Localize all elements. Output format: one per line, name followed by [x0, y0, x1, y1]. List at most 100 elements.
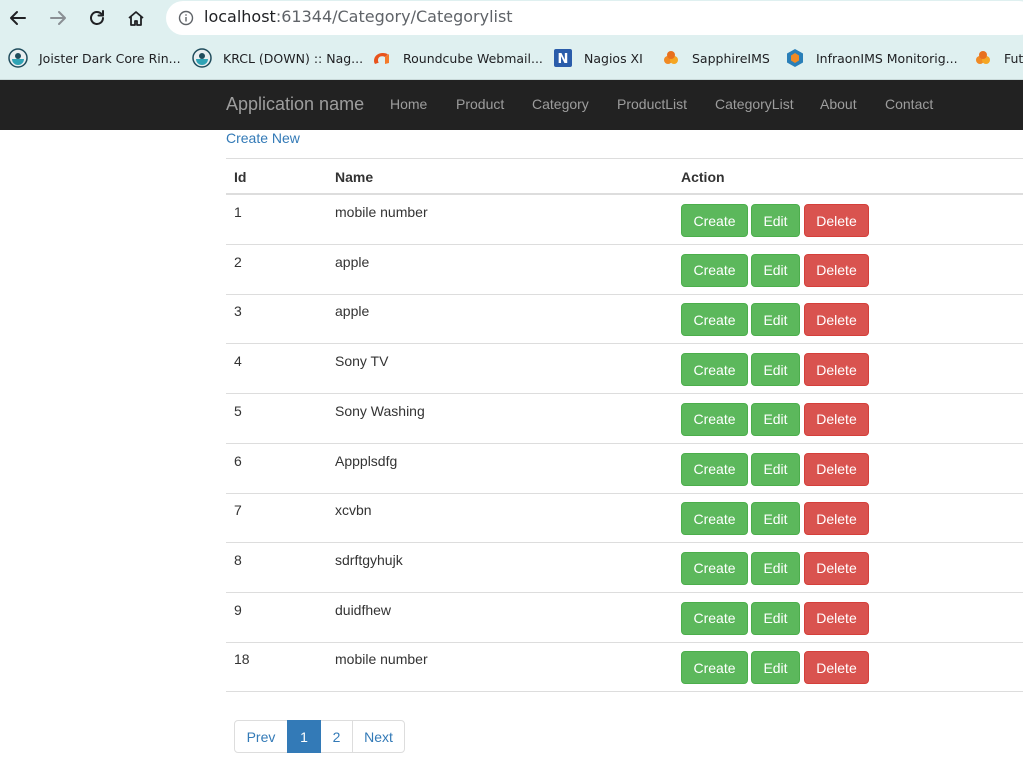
brand-link[interactable]: Application name: [226, 94, 364, 115]
forward-button[interactable]: [46, 6, 70, 30]
cell-name: mobile number: [335, 204, 428, 220]
delete-button[interactable]: Delete: [804, 502, 869, 536]
table-row: 1 mobile number Create Edit Delete: [226, 195, 1023, 245]
sapphire-icon: [664, 51, 678, 64]
pagination: Prev 1 2 Next: [234, 720, 405, 753]
cell-id: 6: [234, 452, 242, 469]
reload-icon: [90, 10, 104, 25]
reload-button[interactable]: [85, 6, 109, 30]
cell-id: 1: [234, 204, 242, 220]
infraon-icon: [787, 49, 803, 67]
edit-button[interactable]: Edit: [751, 452, 800, 486]
cell-name: apple: [335, 303, 370, 320]
column-header-name: Name: [335, 169, 374, 185]
url-host: localhost: [204, 7, 276, 26]
table-row: 6 Appplsdfg Create Edit Delete: [226, 444, 1023, 494]
create-button[interactable]: Create: [681, 303, 748, 337]
nav-about[interactable]: About: [820, 96, 857, 112]
table-row: 5 Sony Washing Create Edit Delete: [226, 394, 1023, 444]
delete-button[interactable]: Delete: [804, 253, 869, 287]
create-new-link[interactable]: Create New: [226, 130, 300, 146]
create-button[interactable]: Create: [681, 551, 748, 585]
svg-text:N: N: [558, 52, 569, 67]
create-button[interactable]: Create: [681, 452, 748, 486]
url-path: :61344/Category/Categorylist: [275, 7, 513, 26]
edit-button[interactable]: Edit: [751, 402, 800, 436]
column-header-action: Action: [681, 169, 725, 185]
bookmark-label: InfraonIMS Monitorig...: [816, 50, 958, 66]
bookmark-roundcube[interactable]: Roundcube Webmail...: [372, 47, 543, 69]
roundcube-icon: [374, 53, 389, 64]
prev-page-button[interactable]: Prev: [234, 720, 288, 753]
cell-id: 4: [234, 353, 242, 370]
create-button[interactable]: Create: [681, 502, 748, 536]
page-1-button[interactable]: 1: [287, 720, 321, 753]
bookmarks-bar: Joister Dark Core Rin... KRCL (DOWN) :: …: [0, 36, 1023, 80]
create-button[interactable]: Create: [681, 253, 748, 287]
edit-button[interactable]: Edit: [751, 204, 800, 237]
cell-id: 9: [234, 601, 242, 618]
bookmark-futu[interactable]: Futu: [973, 47, 1023, 69]
nav-categorylist[interactable]: CategoryList: [715, 96, 794, 112]
back-arrow-icon: [10, 11, 26, 25]
bookmark-joister[interactable]: Joister Dark Core Rin...: [8, 47, 181, 69]
table-row: 18 mobile number Create Edit Delete: [226, 642, 1023, 693]
table-row: 2 apple Create Edit Delete: [226, 245, 1023, 295]
delete-button[interactable]: Delete: [804, 551, 869, 585]
app-navbar: Application name Home Product Category P…: [0, 80, 1023, 130]
edit-button[interactable]: Edit: [751, 353, 800, 387]
edit-button[interactable]: Edit: [751, 651, 800, 685]
bookmark-label: Futu: [1004, 50, 1023, 66]
nav-contact[interactable]: Contact: [885, 96, 933, 112]
create-button[interactable]: Create: [681, 204, 748, 237]
edit-button[interactable]: Edit: [751, 253, 800, 287]
bookmark-krcl[interactable]: KRCL (DOWN) :: Nag...: [192, 47, 363, 69]
url-text[interactable]: localhost:61344/Category/Categorylist: [204, 7, 513, 26]
cell-name: duidfhew: [335, 601, 392, 618]
edit-button[interactable]: Edit: [751, 551, 800, 585]
bookmark-infraon[interactable]: InfraonIMS Monitorig...: [785, 47, 958, 69]
nagios-icon: N: [554, 49, 572, 67]
nav-home[interactable]: Home: [390, 96, 427, 112]
cell-name: xcvbn: [335, 502, 372, 519]
delete-button[interactable]: Delete: [804, 204, 869, 237]
bookmark-sapphire[interactable]: SapphireIMS: [661, 47, 770, 69]
edit-button[interactable]: Edit: [751, 502, 800, 536]
create-button[interactable]: Create: [681, 402, 748, 436]
column-header-id: Id: [234, 169, 247, 185]
create-button[interactable]: Create: [681, 353, 748, 387]
delete-button[interactable]: Delete: [804, 452, 869, 486]
cell-id: 18: [234, 651, 250, 668]
delete-button[interactable]: Delete: [804, 601, 869, 635]
cell-name: Sony Washing: [335, 402, 425, 419]
site-info-icon[interactable]: [178, 10, 194, 26]
table-row: 9 duidfhew Create Edit Delete: [226, 593, 1023, 643]
table-row: 7 xcvbn Create Edit Delete: [226, 493, 1023, 544]
edit-button[interactable]: Edit: [751, 601, 800, 635]
create-button[interactable]: Create: [681, 651, 748, 685]
joister-icon: [8, 48, 28, 68]
cell-name: mobile number: [335, 651, 428, 668]
delete-button[interactable]: Delete: [804, 353, 869, 387]
home-button[interactable]: [124, 6, 148, 30]
page-2-button[interactable]: 2: [320, 720, 353, 753]
bookmark-label: SapphireIMS: [692, 50, 770, 66]
futu-icon: [976, 51, 990, 64]
create-button[interactable]: Create: [681, 601, 748, 635]
delete-button[interactable]: Delete: [804, 402, 869, 436]
bookmark-nagios[interactable]: N Nagios XI: [553, 47, 643, 69]
next-page-button[interactable]: Next: [352, 720, 405, 753]
nav-productlist[interactable]: ProductList: [617, 96, 687, 112]
delete-button[interactable]: Delete: [804, 303, 869, 337]
table-header: Id Name Action: [226, 158, 1023, 195]
forward-arrow-icon: [50, 11, 66, 25]
edit-button[interactable]: Edit: [751, 303, 800, 337]
browser-toolbar: localhost:61344/Category/Categorylist: [0, 0, 1023, 36]
delete-button[interactable]: Delete: [804, 651, 869, 685]
bookmark-label: Joister Dark Core Rin...: [39, 50, 181, 66]
cell-id: 8: [234, 551, 242, 568]
cell-name: Sony TV: [335, 353, 389, 370]
nav-product[interactable]: Product: [456, 96, 504, 112]
back-button[interactable]: [6, 6, 30, 30]
nav-category[interactable]: Category: [532, 96, 589, 112]
